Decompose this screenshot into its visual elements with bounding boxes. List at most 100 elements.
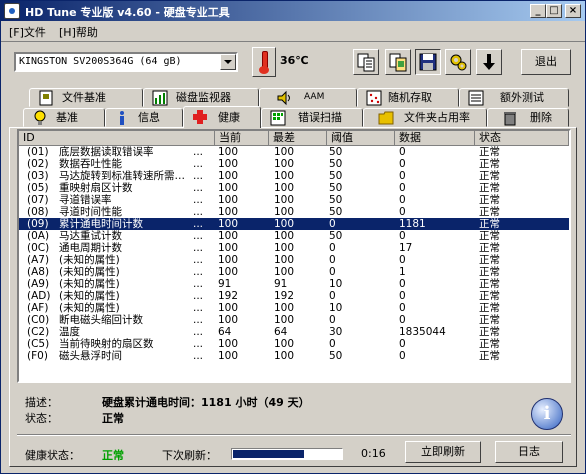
cell-data: 0	[399, 338, 406, 350]
cell-cur: 100	[218, 206, 239, 218]
cell-worst: 64	[274, 326, 288, 338]
header-threshold[interactable]: 阈值	[327, 131, 395, 146]
table-row[interactable]: (08) 寻道时间性能 100 100 50 0 正常...	[19, 206, 569, 218]
copy-screenshot-button[interactable]	[385, 49, 411, 75]
cell-status: 正常	[479, 266, 500, 278]
next-refresh-label: 下次刷新：	[162, 449, 217, 462]
cell-leader-dots: ...	[193, 194, 204, 206]
copy-text-icon	[357, 53, 375, 72]
table-row[interactable]: (09) 累计通电时间计数 100 100 0 1181 正常...	[19, 218, 569, 230]
cell-leader-dots: ...	[193, 290, 204, 302]
cell-data: 1181	[399, 218, 426, 230]
minimize-button[interactable]: _	[530, 4, 546, 18]
cell-cur: 100	[218, 170, 239, 182]
cell-data: 0	[399, 206, 406, 218]
table-row[interactable]: (05) 重映射扇区计数 100 100 50 0 正常...	[19, 182, 569, 194]
cell-worst: 100	[274, 194, 295, 206]
exit-button[interactable]: 退出	[521, 49, 571, 75]
chevron-down-icon[interactable]	[220, 54, 236, 70]
cell-thr: 50	[329, 206, 343, 218]
cell-id: (AF)	[27, 302, 49, 314]
cell-status: 正常	[479, 230, 500, 242]
table-row[interactable]: (A8) (未知的属性) 100 100 0 1 正常...	[19, 266, 569, 278]
table-row[interactable]: (C2) 温度 64 64 30 1835044 正常...	[19, 326, 569, 338]
table-row[interactable]: (A7) (未知的属性) 100 100 0 0 正常...	[19, 254, 569, 266]
cell-status: 正常	[479, 302, 500, 314]
menu-help[interactable]: [H]帮助	[59, 24, 98, 40]
options-button[interactable]	[445, 49, 471, 75]
cell-name: 数据吞吐性能	[59, 158, 122, 170]
cell-cur: 100	[218, 146, 239, 158]
smart-table[interactable]: ID 当前 最差 阈值 数据 状态 (01) 底层数据读取错误率 100 100 50 0…	[17, 129, 571, 383]
cell-cur: 192	[218, 290, 239, 302]
info-icon	[120, 111, 124, 125]
cell-leader-dots: ...	[193, 230, 204, 242]
cell-data: 0	[399, 290, 406, 302]
help-info-icon[interactable]: i	[531, 398, 563, 430]
table-row[interactable]: (02) 数据吞吐性能 100 100 50 0 正常...	[19, 158, 569, 170]
cell-data: 0	[399, 170, 406, 182]
tab-benchmark[interactable]: 基准	[23, 108, 105, 127]
table-row[interactable]: (03) 马达旋转到标准转速所需… 100 100 50 0 正常...	[19, 170, 569, 182]
table-row[interactable]: (0A) 马达重试计数 100 100 50 0 正常...	[19, 230, 569, 242]
menu-file[interactable]: [F]文件	[9, 24, 46, 40]
cell-thr: 50	[329, 170, 343, 182]
cell-cur: 91	[218, 278, 232, 290]
table-row[interactable]: (F0) 磁头悬浮时间 100 100 50 0 正常...	[19, 350, 569, 362]
maximize-button[interactable]: □	[546, 4, 562, 18]
drive-select[interactable]: KINGSTON SV200S364G (64 gB)	[14, 52, 238, 72]
cell-id: (F0)	[27, 350, 48, 362]
description-label: 描述：	[25, 396, 58, 409]
header-status[interactable]: 状态	[475, 131, 569, 146]
refresh-now-button[interactable]: 立即刷新	[405, 441, 481, 463]
header-current[interactable]: 当前	[215, 131, 269, 146]
close-button[interactable]: ×	[565, 4, 581, 18]
cell-name: (未知的属性)	[59, 302, 120, 314]
tab-delete[interactable]: 删除	[487, 108, 569, 127]
cell-cur: 100	[218, 338, 239, 350]
log-button[interactable]: 日志	[495, 441, 563, 463]
cell-worst: 100	[274, 338, 295, 350]
tab-health[interactable]: 健康	[183, 106, 261, 128]
table-row[interactable]: (07) 寻道错误率 100 100 50 0 正常...	[19, 194, 569, 206]
table-header: ID 当前 最差 阈值 数据 状态	[19, 131, 569, 146]
copy-text-button[interactable]	[353, 49, 379, 75]
table-row[interactable]: (0C) 通电周期计数 100 100 0 17 正常...	[19, 242, 569, 254]
cell-leader-dots: ...	[193, 302, 204, 314]
cell-cur: 100	[218, 266, 239, 278]
health-status-value: 正常	[102, 449, 124, 462]
trash-icon	[504, 112, 516, 126]
save-button[interactable]	[415, 49, 441, 75]
header-worst[interactable]: 最差	[269, 131, 327, 146]
table-row[interactable]: (A9) (未知的属性) 91 91 10 0 正常...	[19, 278, 569, 290]
header-id[interactable]: ID	[19, 131, 215, 146]
cell-id: (05)	[27, 182, 49, 194]
cell-status: 正常	[479, 218, 500, 230]
table-row[interactable]: (AF) (未知的属性) 100 100 10 0 正常...	[19, 302, 569, 314]
table-row[interactable]: (01) 底层数据读取错误率 100 100 50 0 正常...	[19, 146, 569, 158]
cell-leader-dots: ...	[193, 350, 204, 362]
tab-file-benchmark[interactable]: 文件基准	[29, 88, 143, 107]
tab-error-scan[interactable]: 错误扫描	[261, 108, 363, 127]
cell-data: 0	[399, 182, 406, 194]
cell-worst: 100	[274, 230, 295, 242]
tab-aam[interactable]: AAM	[259, 88, 357, 107]
cell-name: 马达旋转到标准转速所需…	[59, 170, 185, 182]
title-bar[interactable]: HD Tune 专业版 v4.60 - 硬盘专业工具 _ □ ×	[1, 1, 585, 21]
table-row[interactable]: (C0) 断电磁头缩回计数 100 100 0 0 正常...	[19, 314, 569, 326]
tab-info[interactable]: 信息	[105, 108, 183, 127]
table-row[interactable]: (AD) (未知的属性) 192 192 0 0 正常...	[19, 290, 569, 302]
cell-leader-dots: ...	[193, 182, 204, 194]
tab-random-access[interactable]: 随机存取	[357, 88, 459, 107]
tab-extra-tests[interactable]: 额外测试	[459, 88, 569, 107]
header-data[interactable]: 数据	[395, 131, 475, 146]
tab-disk-monitor[interactable]: 磁盘监视器	[143, 88, 259, 107]
cell-worst: 100	[274, 206, 295, 218]
folder-icon	[378, 111, 394, 125]
download-button[interactable]	[476, 49, 502, 75]
cell-leader-dots: ...	[193, 206, 204, 218]
cell-status: 正常	[479, 146, 500, 158]
tab-folder-usage[interactable]: 文件夹占用率	[363, 108, 487, 127]
cell-cur: 100	[218, 302, 239, 314]
table-row[interactable]: (C5) 当前待映射的扇区数 100 100 0 0 正常...	[19, 338, 569, 350]
